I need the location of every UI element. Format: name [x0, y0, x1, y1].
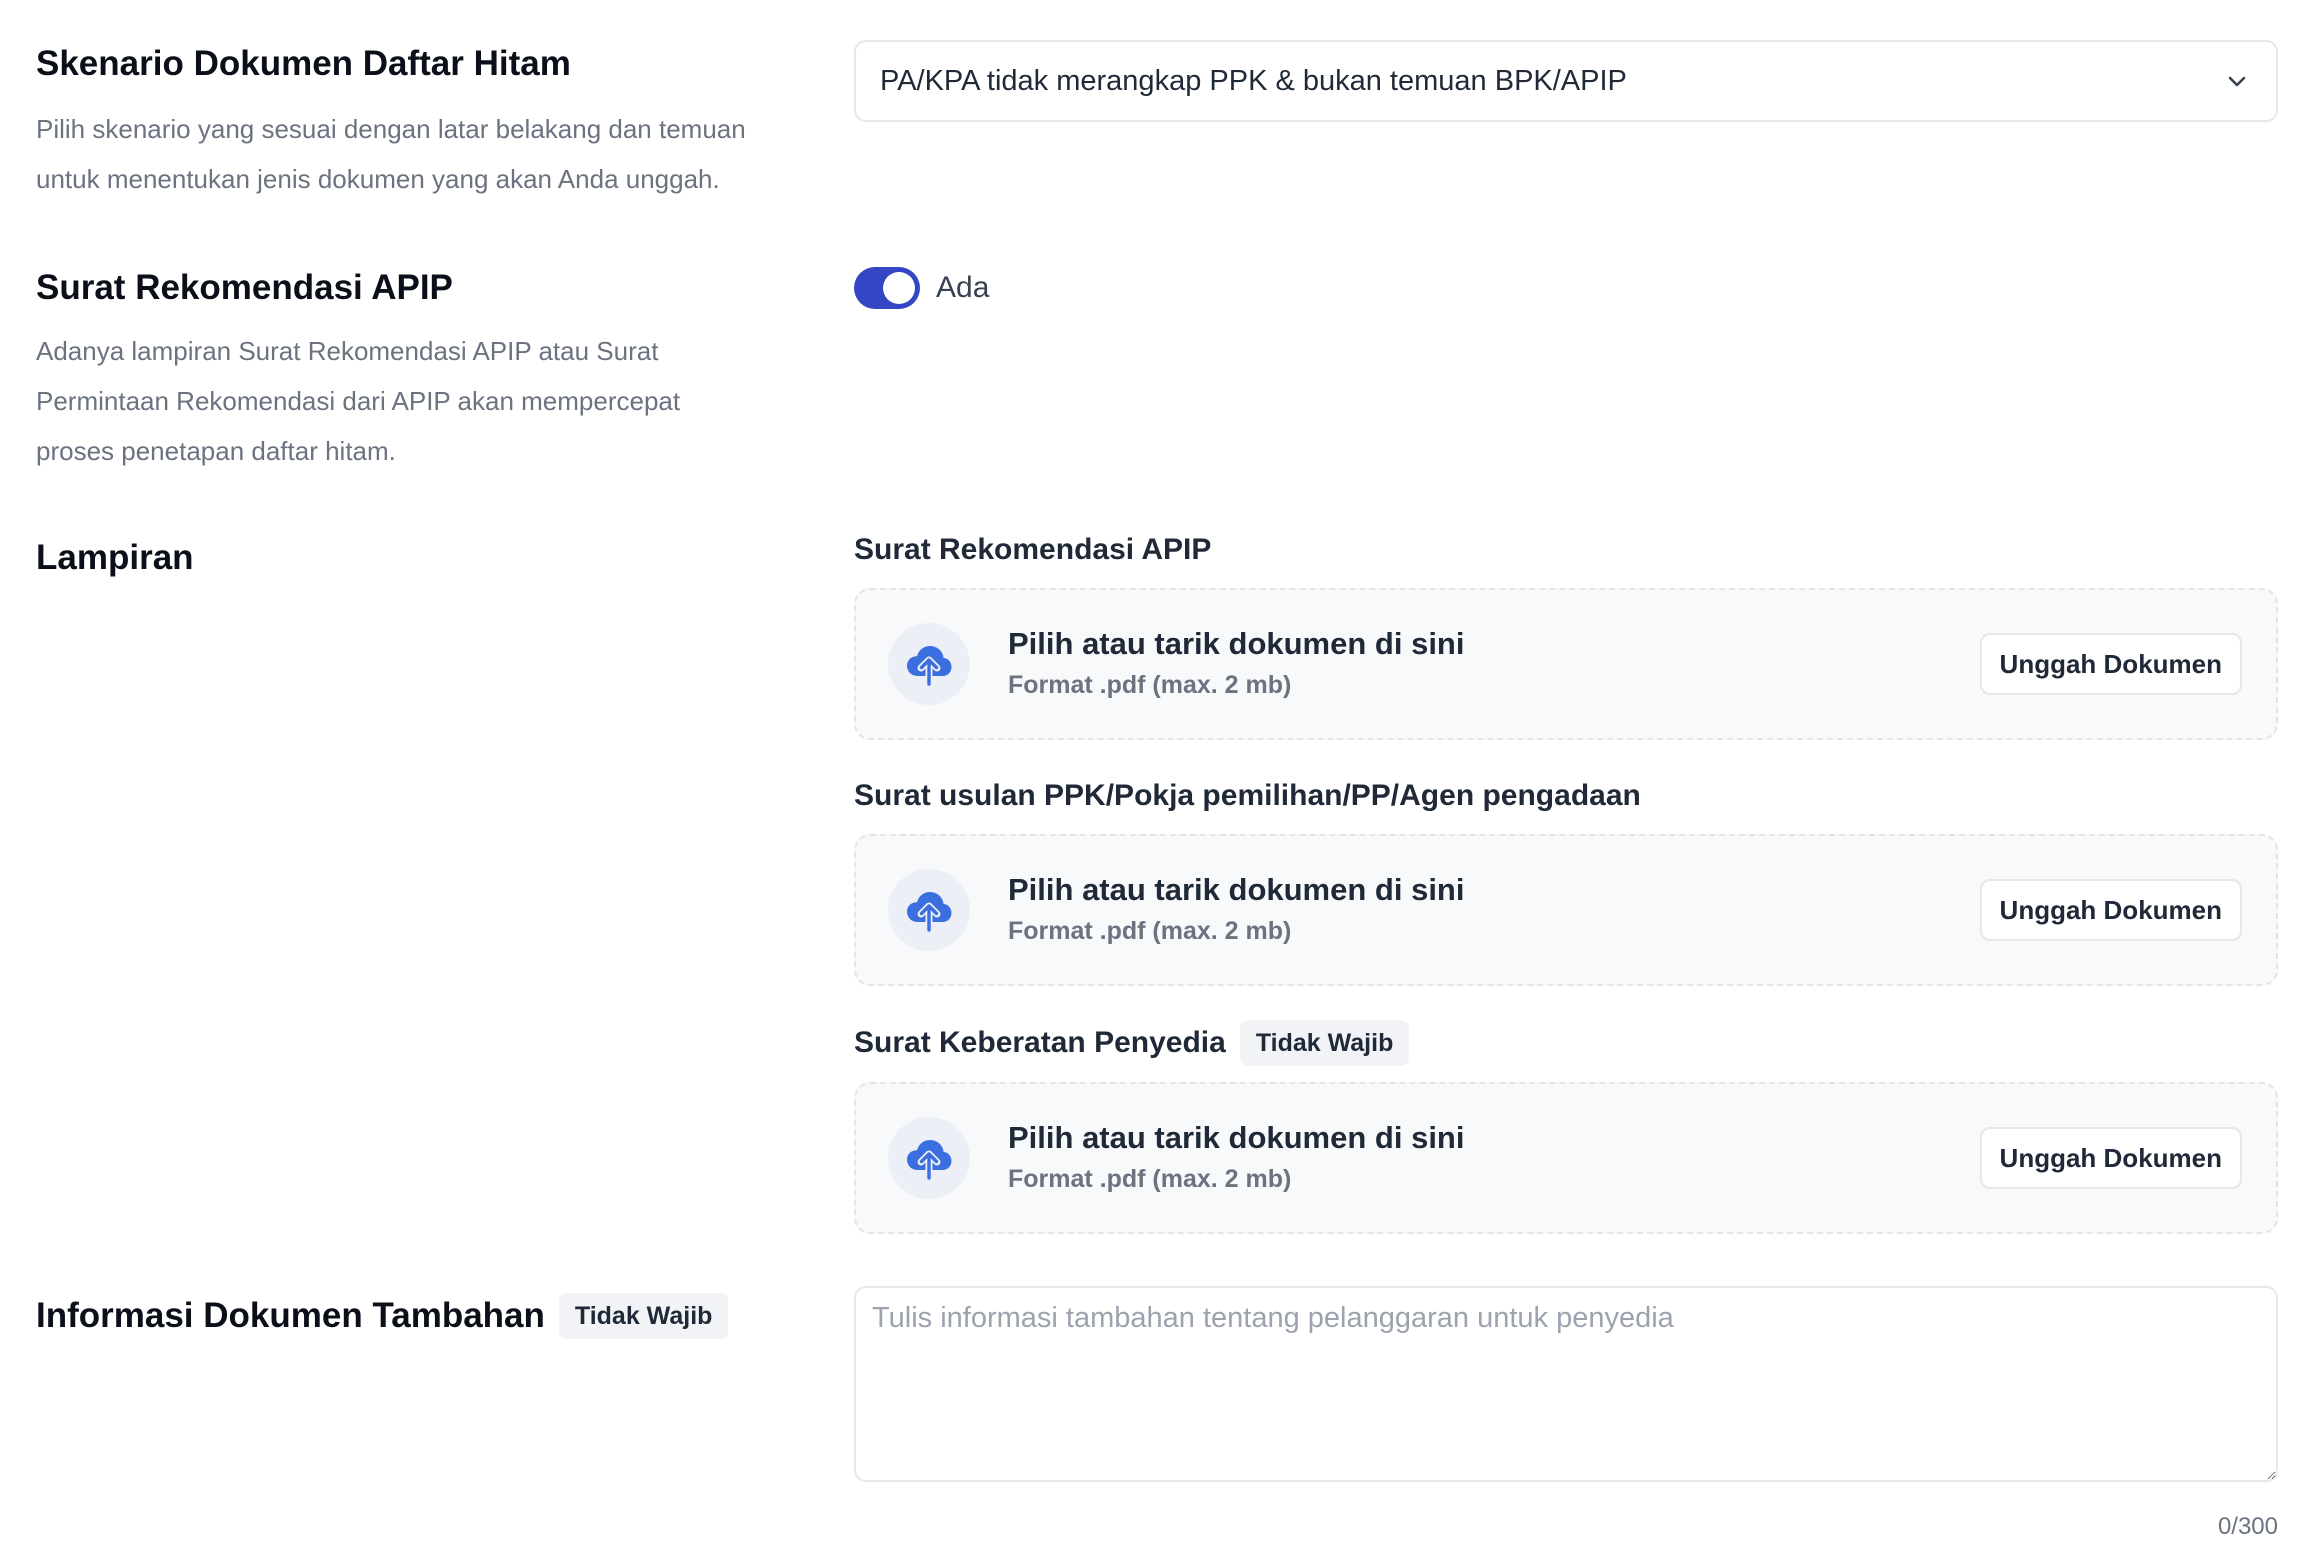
upload-document-button[interactable]: Unggah Dokumen: [1979, 879, 2242, 941]
scenario-section: Skenario Dokumen Daftar Hitam Pilih sken…: [36, 40, 2278, 194]
attachments-title: Lampiran: [36, 538, 194, 577]
attachment-item: Surat usulan PPK/Pokja pemilihan/PP/Agen…: [854, 774, 2278, 986]
upload-document-button[interactable]: Unggah Dokumen: [1979, 1127, 2242, 1189]
scenario-select-value: PA/KPA tidak merangkap PPK & bukan temua…: [880, 64, 1627, 97]
attachment-label: Surat Keberatan Penyedia Tidak Wajib: [854, 1020, 2278, 1066]
upload-format: Format .pdf (max. 2 mb): [1008, 1165, 1292, 1193]
upload-title: Pilih atau tarik dokumen di sini: [1008, 626, 1465, 661]
recommendation-toggle-row: Ada: [854, 264, 2278, 312]
upload-dropzone[interactable]: Pilih atau tarik dokumen di sini Format …: [854, 1082, 2278, 1234]
scenario-select[interactable]: PA/KPA tidak merangkap PPK & bukan temua…: [854, 40, 2278, 122]
upload-document-button[interactable]: Unggah Dokumen: [1979, 633, 2242, 695]
recommendation-section: Surat Rekomendasi APIP Adanya lampiran S…: [36, 264, 2278, 504]
recommendation-left: Surat Rekomendasi APIP Adanya lampiran S…: [36, 264, 854, 476]
additional-info-left: Informasi Dokumen Tambahan Tidak Wajib: [36, 1286, 854, 1340]
upload-dropzone[interactable]: Pilih atau tarik dokumen di sini Format …: [854, 588, 2278, 740]
chevron-down-icon: [2224, 68, 2250, 94]
upload-title: Pilih atau tarik dokumen di sini: [1008, 1120, 1465, 1155]
upload-title: Pilih atau tarik dokumen di sini: [1008, 872, 1465, 907]
scenario-left: Skenario Dokumen Daftar Hitam Pilih sken…: [36, 40, 854, 204]
upload-text: Pilih atau tarik dokumen di sini Format …: [1008, 869, 1980, 951]
scenario-title: Skenario Dokumen Daftar Hitam: [36, 44, 571, 83]
recommendation-description: Adanya lampiran Surat Rekomendasi APIP a…: [36, 336, 681, 466]
optional-badge: Tidak Wajib: [1239, 1020, 1410, 1066]
scenario-description: Pilih skenario yang sesuai dengan latar …: [36, 114, 746, 194]
attachments-left: Lampiran: [36, 528, 854, 582]
toggle-knob: [883, 272, 915, 304]
attachments-right: Surat Rekomendasi APIP Pilih atau tarik …: [854, 528, 2278, 1234]
upload-text: Pilih atau tarik dokumen di sini Format …: [1008, 1117, 1980, 1199]
additional-info-title: Informasi Dokumen Tambahan: [36, 1296, 545, 1335]
attachment-label: Surat usulan PPK/Pokja pemilihan/PP/Agen…: [854, 774, 2278, 818]
attachments-section: Lampiran Surat Rekomendasi APIP Pilih at…: [36, 528, 2278, 1234]
additional-info-section: Informasi Dokumen Tambahan Tidak Wajib 0…: [36, 1286, 2278, 1541]
attachment-item: Surat Rekomendasi APIP Pilih atau tarik …: [854, 528, 2278, 740]
attachment-label-text: Surat Keberatan Penyedia: [854, 1026, 1226, 1059]
cloud-upload-icon: [888, 1117, 970, 1199]
attachment-item: Surat Keberatan Penyedia Tidak Wajib Pil…: [854, 1020, 2278, 1234]
blacklist-document-form: Skenario Dokumen Daftar Hitam Pilih sken…: [36, 40, 2278, 1541]
recommendation-title: Surat Rekomendasi APIP: [36, 268, 453, 307]
recommendation-right: Ada: [854, 264, 2278, 312]
upload-format: Format .pdf (max. 2 mb): [1008, 671, 1292, 699]
attachment-label: Surat Rekomendasi APIP: [854, 528, 2278, 572]
upload-format: Format .pdf (max. 2 mb): [1008, 917, 1292, 945]
cloud-upload-icon: [888, 869, 970, 951]
optional-badge: Tidak Wajib: [558, 1293, 729, 1339]
recommendation-toggle[interactable]: [854, 267, 920, 309]
attachment-label-text: Surat Rekomendasi APIP: [854, 533, 1212, 566]
additional-info-title-row: Informasi Dokumen Tambahan Tidak Wajib: [36, 1292, 854, 1340]
cloud-upload-icon: [888, 623, 970, 705]
additional-info-right: 0/300: [854, 1286, 2278, 1541]
attachment-label-text: Surat usulan PPK/Pokja pemilihan/PP/Agen…: [854, 779, 1641, 812]
upload-dropzone[interactable]: Pilih atau tarik dokumen di sini Format …: [854, 834, 2278, 986]
upload-text: Pilih atau tarik dokumen di sini Format …: [1008, 623, 1980, 705]
scenario-right: PA/KPA tidak merangkap PPK & bukan temua…: [854, 40, 2278, 122]
additional-info-textarea[interactable]: [854, 1286, 2278, 1482]
recommendation-toggle-label: Ada: [936, 271, 990, 304]
character-counter: 0/300: [2217, 1513, 2278, 1540]
